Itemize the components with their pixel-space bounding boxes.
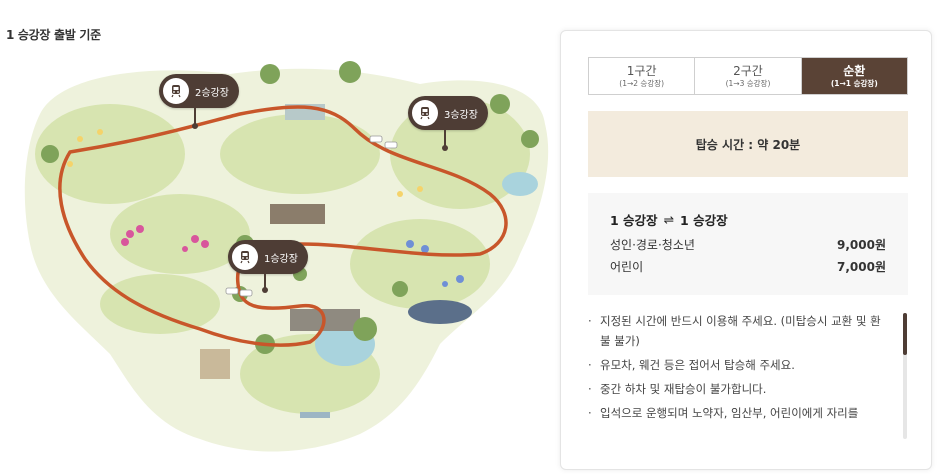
page-heading: 1 승강장 출발 기준	[6, 28, 101, 42]
station-tag-3[interactable]: 3승강장	[408, 96, 488, 130]
fare-box: 1 승강장 ⇌ 1 승강장 성인·경로·청소년 9,000원 어린이 7,000…	[588, 193, 908, 295]
scrollbar-thumb[interactable]	[903, 313, 907, 355]
fare-row: 어린이 7,000원	[610, 255, 886, 277]
notice-text: 지정된 시간에 반드시 이용해 주세요. (미탑승시 교환 및 환불 불가)	[600, 314, 881, 348]
notice-text: 중간 하차 및 재탑승이 불가합니다.	[600, 382, 767, 396]
tab-subtitle: (1→3 승강장)	[725, 78, 771, 88]
bullet: ·	[588, 382, 592, 396]
swap-arrows-icon: ⇌	[663, 211, 675, 227]
tab-subtitle: (1→2 승강장)	[619, 78, 665, 88]
notice-text: 유모차, 웨건 등은 접어서 탑승해 주세요.	[600, 358, 795, 372]
fare-route-to: 1 승강장	[680, 212, 728, 228]
grass-patch	[220, 114, 380, 194]
train-car-icon	[239, 289, 253, 297]
notice-item: · 지정된 시간에 반드시 이용해 주세요. (미탑승시 교환 및 환불 불가)	[588, 311, 890, 351]
tab-title: 순환	[843, 63, 866, 78]
notice-item: · 중간 하차 및 재탑승이 불가합니다.	[588, 379, 890, 399]
pond	[502, 172, 538, 196]
route-tabs: 1구간 (1→2 승강장) 2구간 (1→3 승강장) 순환 (1→1 승강장)	[588, 57, 908, 95]
train-car-icon	[225, 287, 239, 295]
notice-item: · 입석으로 운행되며 노약자, 임산부, 어린이에게 자리를	[588, 403, 890, 423]
station-label: 2승강장	[195, 87, 229, 99]
station-pin	[192, 108, 198, 129]
bullet: ·	[588, 406, 592, 420]
fare-price: 9,000원	[837, 237, 886, 252]
bullet: ·	[588, 314, 592, 328]
tab-section-1[interactable]: 1구간 (1→2 승강장)	[589, 58, 696, 94]
train-car-icon	[369, 135, 383, 143]
tab-title: 1구간	[626, 63, 657, 78]
notice-list: · 지정된 시간에 반드시 이용해 주세요. (미탑승시 교환 및 환불 불가) …	[588, 311, 910, 423]
station-tag-1[interactable]: 1승강장	[228, 240, 308, 274]
notice-scroll-area[interactable]: · 지정된 시간에 반드시 이용해 주세요. (미탑승시 교환 및 환불 불가) …	[588, 311, 910, 441]
train-icon	[412, 100, 438, 126]
ride-time-banner: 탑승 시간 : 약 20분	[588, 111, 908, 177]
station-pin	[262, 274, 268, 293]
fare-category: 어린이	[610, 259, 644, 274]
train-car-icon	[384, 141, 398, 149]
fare-route: 1 승강장 ⇌ 1 승강장	[610, 209, 886, 229]
fare-route-from: 1 승강장	[610, 212, 658, 228]
notice-item: · 유모차, 웨건 등은 접어서 탑승해 주세요.	[588, 355, 890, 375]
bench	[300, 412, 330, 418]
tab-loop[interactable]: 순환 (1→1 승강장)	[801, 58, 907, 94]
building	[200, 349, 230, 379]
station-label: 1승강장	[264, 253, 298, 265]
fare-price: 7,000원	[837, 259, 886, 274]
grass-patch	[350, 219, 490, 309]
notice-text: 입석으로 운행되며 노약자, 임산부, 어린이에게 자리를	[600, 406, 859, 420]
fare-category: 성인·경로·청소년	[610, 237, 695, 252]
station-pin	[442, 130, 448, 151]
fare-row: 성인·경로·청소년 9,000원	[610, 233, 886, 255]
garden-map: 2승강장 3승강장 1승강장	[0, 44, 560, 474]
grass-patch	[100, 274, 220, 334]
station-tag-2[interactable]: 2승강장	[159, 74, 239, 108]
pond	[408, 300, 472, 324]
bullet: ·	[588, 358, 592, 372]
tab-subtitle: (1→1 승강장)	[830, 78, 878, 88]
station-label: 3승강장	[444, 109, 478, 121]
greenhouse-building	[270, 204, 325, 224]
train-icon	[163, 78, 189, 104]
train-icon	[232, 244, 258, 270]
tab-title: 2구간	[733, 63, 763, 78]
tab-section-2[interactable]: 2구간 (1→3 승강장)	[695, 58, 802, 94]
fare-info-panel: 1구간 (1→2 승강장) 2구간 (1→3 승강장) 순환 (1→1 승강장)…	[560, 30, 932, 470]
